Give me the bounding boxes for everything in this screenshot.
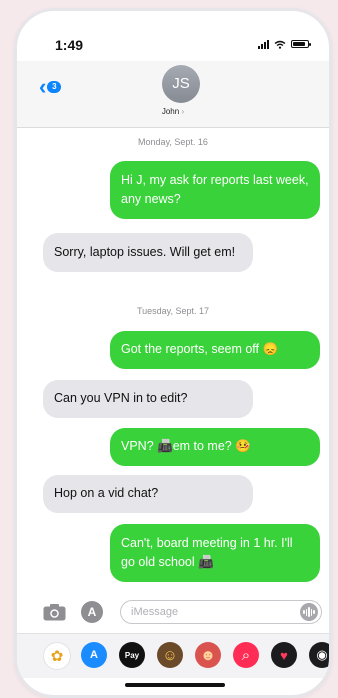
- received-message-bubble[interactable]: Hop on a vid chat?: [43, 475, 253, 513]
- sent-message-bubble[interactable]: Got the reports, seem off 😞: [110, 331, 320, 369]
- signal-icon: [258, 39, 269, 49]
- message-input[interactable]: [131, 601, 291, 623]
- digital-touch-app-icon[interactable]: ♥: [271, 642, 297, 668]
- message-field[interactable]: [120, 600, 322, 624]
- sent-message-bubble[interactable]: Can't, board meeting in 1 hr. I'll go ol…: [110, 524, 320, 582]
- app-drawer: ✿ A Pay ☺ ☻ ⌕ ♥ ◉: [17, 633, 329, 678]
- camera-icon[interactable]: [43, 603, 66, 621]
- received-message-bubble[interactable]: Can you VPN in to edit?: [43, 380, 253, 418]
- apple-pay-app-icon[interactable]: Pay: [119, 642, 145, 668]
- wifi-icon: [274, 40, 286, 49]
- search-images-app-icon[interactable]: ⌕: [233, 642, 259, 668]
- animoji-app-icon[interactable]: ☻: [195, 642, 221, 668]
- contact-name-button[interactable]: John ›: [17, 107, 329, 116]
- date-separator: Monday, Sept. 16: [138, 137, 208, 147]
- sent-message-bubble[interactable]: Hi J, my ask for reports last week, any …: [110, 161, 320, 219]
- status-bar: 1:49: [17, 37, 329, 57]
- messages-screen: 1:49 ‹ 3 JS John › Monday, Sept. 16 Hi J…: [17, 11, 329, 695]
- phone-frame: 1:49 ‹ 3 JS John › Monday, Sept. 16 Hi J…: [14, 8, 332, 698]
- contact-avatar[interactable]: JS: [162, 65, 200, 103]
- photos-app-icon[interactable]: ✿: [43, 642, 71, 670]
- status-time: 1:49: [55, 37, 84, 53]
- sent-message-bubble[interactable]: VPN? 📠em to me? 🤒: [110, 428, 320, 466]
- more-apps-icon[interactable]: ◉: [309, 642, 329, 668]
- compose-bar: A: [17, 599, 329, 627]
- audio-message-icon[interactable]: [300, 603, 318, 621]
- unread-count-badge: 3: [47, 81, 62, 93]
- battery-icon: [291, 40, 311, 48]
- status-icons: [258, 39, 311, 49]
- conversation-header: ‹ 3 JS John ›: [17, 61, 329, 128]
- chevron-right-icon: ›: [181, 107, 185, 116]
- message-list[interactable]: Monday, Sept. 16 Hi J, my ask for report…: [17, 128, 329, 593]
- home-indicator[interactable]: [125, 683, 225, 687]
- appstore-app-icon[interactable]: A: [81, 642, 107, 668]
- received-message-bubble[interactable]: Sorry, laptop issues. Will get em!: [43, 233, 253, 272]
- back-button[interactable]: ‹ 3: [39, 74, 62, 99]
- contact-name: John: [161, 107, 180, 116]
- app-store-icon[interactable]: A: [81, 601, 103, 623]
- date-separator: Tuesday, Sept. 17: [136, 306, 210, 316]
- memoji-app-icon[interactable]: ☺: [157, 642, 183, 668]
- chevron-left-icon: ‹: [39, 74, 47, 99]
